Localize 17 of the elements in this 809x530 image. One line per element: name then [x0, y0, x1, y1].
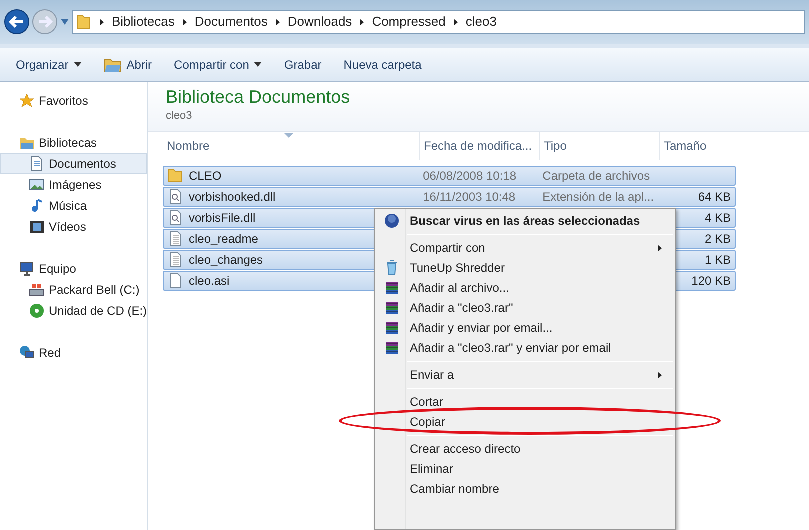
table-cell-text: 1 KB	[705, 252, 732, 269]
table-cell-text: 06/08/2008 10:18	[423, 168, 516, 185]
library-title: Biblioteca Documentos	[166, 86, 352, 108]
table-cell-text: 64 KB	[698, 189, 732, 206]
table-cell-text: 120 KB	[692, 273, 732, 290]
table-cell-text: Extensión de la apl...	[542, 189, 654, 206]
table-cell-text: 2 KB	[705, 231, 732, 248]
table-cell-text: 4 KB	[705, 210, 732, 227]
table-cell-text: 16/11/2003 10:48	[423, 189, 516, 206]
table-cell-text: vorbisFile.dll	[189, 210, 256, 227]
table-cell-text: cleo_readme	[189, 231, 258, 248]
table-cell-text: cleo_changes	[189, 252, 264, 269]
table-cell-text: Carpeta de archivos	[542, 168, 650, 185]
table-cell-text: CLEO	[189, 168, 222, 185]
table-cell-text: vorbishooked.dll	[189, 189, 276, 206]
table-cell-text: cleo.asi	[189, 273, 230, 290]
library-subtitle: cleo3	[166, 109, 194, 124]
